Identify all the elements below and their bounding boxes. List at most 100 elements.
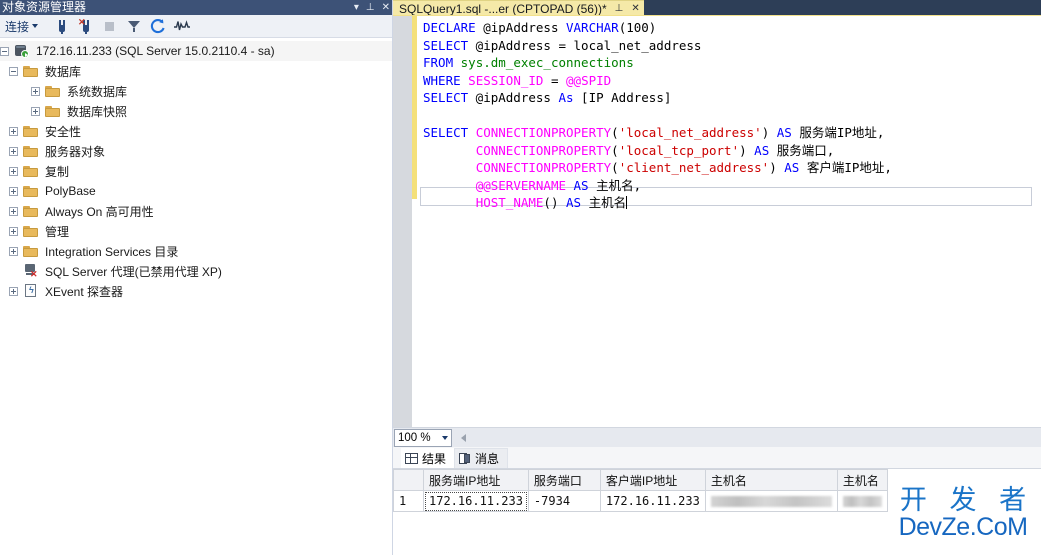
chevron-down-icon — [442, 435, 448, 440]
folder-icon — [45, 105, 61, 118]
grid-icon — [405, 452, 418, 464]
column-header-client-ip[interactable]: 客户端IP地址 — [599, 469, 706, 491]
code-token: HOST_NAME — [475, 195, 544, 210]
editor-bottom-bar: 100 % — [393, 427, 1041, 447]
tree-item-polybase[interactable]: PolyBase — [0, 181, 392, 201]
code-line: DECLARE @ipAddress VARCHAR(100) — [423, 19, 892, 37]
activity-monitor-icon[interactable] — [173, 17, 191, 35]
tree-item-server[interactable]: 172.16.11.233 (SQL Server 15.0.2110.4 - … — [0, 41, 392, 61]
tab-messages[interactable]: 消息 — [454, 448, 509, 468]
column-header-rownum[interactable] — [393, 469, 424, 491]
cell-hostname-1[interactable] — [704, 490, 838, 512]
code-token: CONNECTIONPROPERTY — [475, 142, 612, 158]
cell-server-ip[interactable]: 172.16.11.233 — [423, 490, 529, 512]
object-explorer-panel: 对象资源管理器 ▾ ⊥ ✕ 连接 ✕ 172.16.11.233 (SQL Se… — [0, 0, 393, 555]
cell-server-port[interactable]: -7934 — [527, 490, 601, 512]
tree-item-label: 172.16.11.233 (SQL Server 15.0.2110.4 - … — [36, 44, 275, 58]
connect-plug-icon[interactable] — [53, 17, 71, 35]
tree-item-sql-server-agent[interactable]: ✕ SQL Server 代理(已禁用代理 XP) — [0, 261, 392, 281]
server-icon — [14, 44, 30, 58]
expander-icon[interactable] — [9, 186, 18, 196]
expander-icon[interactable] — [9, 246, 18, 256]
code-token: () — [543, 195, 566, 210]
tab-messages-label: 消息 — [475, 452, 500, 466]
column-header-hostname-1[interactable]: 主机名 — [704, 469, 838, 491]
code-token: VARCHAR — [566, 20, 619, 35]
close-icon[interactable]: ✕ — [631, 3, 639, 14]
connect-button-label: 连接 — [5, 19, 30, 34]
zoom-level-select[interactable]: 100 % — [394, 428, 452, 447]
code-line: WHERE SESSION_ID = @@SPID — [423, 72, 892, 90]
tree-item-label: PolyBase — [45, 184, 96, 198]
code-token: WHERE — [423, 72, 461, 88]
sql-code-editor[interactable]: DECLARE @ipAddress VARCHAR(100) SELECT @i… — [393, 16, 1041, 427]
horizontal-scrollbar-left-arrow[interactable] — [455, 429, 471, 447]
code-token: sys.dm_exec_connections — [460, 55, 634, 70]
tab-sqlquery1[interactable]: SQLQuery1.sql -...er (CPTOPAD (56))* ⊥ ✕ — [393, 0, 644, 16]
expander-icon[interactable] — [0, 46, 9, 56]
expander-icon[interactable] — [9, 286, 18, 296]
tree-item-system-databases[interactable]: 系统数据库 — [0, 81, 392, 101]
tree-item-integration-services[interactable]: Integration Services 目录 — [0, 241, 392, 261]
pin-icon[interactable]: ⊥ — [615, 3, 624, 14]
redacted-value — [710, 496, 832, 507]
tree-item-label: 安全性 — [45, 124, 82, 139]
connect-button[interactable]: 连接 — [5, 18, 39, 35]
object-explorer-tree: 172.16.11.233 (SQL Server 15.0.2110.4 - … — [0, 38, 392, 301]
cell-client-ip[interactable]: 172.16.11.233 — [599, 490, 706, 512]
disconnect-plug-icon[interactable]: ✕ — [77, 17, 95, 35]
code-token: 主机名, — [588, 177, 642, 193]
tree-item-always-on[interactable]: Always On 高可用性 — [0, 201, 392, 221]
tree-item-database-snapshots[interactable]: 数据库快照 — [0, 101, 392, 121]
code-token: AS — [784, 160, 800, 175]
expander-icon[interactable] — [9, 146, 18, 156]
pin-icon[interactable]: ⊥ — [366, 0, 375, 15]
dropdown-icon[interactable]: ▾ — [354, 0, 359, 15]
folder-icon — [23, 65, 39, 78]
tab-results[interactable]: 结果 — [401, 448, 455, 468]
tree-item-server-objects[interactable]: 服务器对象 — [0, 141, 392, 161]
tab-label: SQLQuery1.sql -...er (CPTOPAD (56))* — [399, 1, 607, 16]
object-explorer-titlebar: 对象资源管理器 ▾ ⊥ ✕ — [0, 0, 392, 15]
tree-item-databases[interactable]: 数据库 — [0, 61, 392, 81]
sql-agent-icon: ✕ — [23, 264, 39, 279]
code-token: = — [543, 72, 567, 88]
column-header-server-ip[interactable]: 服务端IP地址 — [423, 469, 529, 491]
code-token: @ipAddress — [468, 90, 559, 105]
tree-item-label: 数据库快照 — [67, 104, 128, 119]
expander-icon[interactable] — [9, 66, 18, 76]
expander-icon[interactable] — [9, 206, 18, 216]
code-token: (100) — [618, 20, 657, 35]
code-token: 'local_net_address' — [618, 125, 762, 140]
code-token: @ipAddress — [475, 20, 566, 35]
row-number[interactable]: 1 — [393, 490, 424, 512]
text-cursor — [626, 196, 628, 209]
editor-indicator-margin[interactable] — [393, 16, 412, 427]
expander-icon[interactable] — [9, 166, 18, 176]
refresh-icon[interactable] — [149, 17, 167, 35]
expander-icon[interactable] — [9, 126, 18, 136]
code-token: CONNECTIONPROPERTY — [475, 125, 612, 140]
editor-pane: SQLQuery1.sql -...er (CPTOPAD (56))* ⊥ ✕… — [393, 0, 1041, 555]
results-grid[interactable]: 服务端IP地址 服务端口 客户端IP地址 主机名 主机名 1 172.16.11… — [393, 469, 1041, 532]
filter-icon[interactable] — [125, 17, 143, 35]
table-row[interactable]: 1 172.16.11.233 -7934 172.16.11.233 — [393, 490, 888, 512]
object-explorer-toolbar: 连接 ✕ — [0, 15, 392, 38]
expander-icon[interactable] — [9, 226, 18, 236]
cell-hostname-2[interactable] — [836, 490, 888, 512]
tree-item-security[interactable]: 安全性 — [0, 121, 392, 141]
expander-icon[interactable] — [31, 106, 40, 116]
column-header-hostname-2[interactable]: 主机名 — [836, 469, 888, 491]
folder-icon — [45, 85, 61, 98]
code-token: AS — [566, 195, 582, 210]
column-header-server-port[interactable]: 服务端口 — [527, 469, 601, 491]
close-icon[interactable]: ✕ — [382, 0, 390, 15]
expander-icon[interactable] — [31, 86, 40, 96]
tree-item-replication[interactable]: 复制 — [0, 161, 392, 181]
code-line: SELECT @ipAddress = local_net_address — [423, 37, 892, 55]
tree-item-management[interactable]: 管理 — [0, 221, 392, 241]
tree-item-xevent-profiler[interactable]: ϟ XEvent 探查器 — [0, 281, 392, 301]
code-line: @@SERVERNAME AS 主机名, — [423, 177, 892, 195]
code-line: SELECT CONNECTIONPROPERTY('local_net_add… — [423, 124, 892, 142]
